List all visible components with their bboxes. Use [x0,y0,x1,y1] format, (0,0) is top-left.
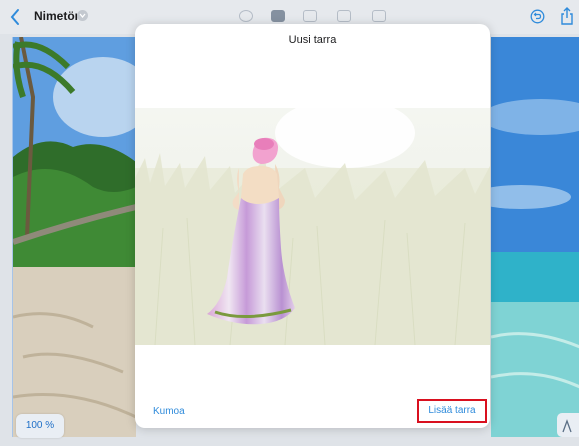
sticker-tool-icon[interactable] [372,10,386,22]
zoom-level-button[interactable]: 100 % [16,414,64,438]
dialog-title: Uusi tarra [288,34,337,46]
back-chevron-icon[interactable] [8,7,24,27]
beach-photo-left [13,37,136,437]
tool-toggle-button[interactable] [557,413,579,437]
share-icon[interactable] [560,7,574,25]
media-tool-icon[interactable] [337,10,351,22]
title-menu-chevron-icon[interactable] [77,10,88,21]
text-tool-icon[interactable] [271,10,285,22]
shapes-tool-icon[interactable] [303,10,317,22]
new-sticker-dialog: Uusi tarra Kumoa Lisää tarra [135,24,490,428]
cancel-button[interactable]: Kumoa [153,406,185,417]
document-title[interactable]: Nimetön [34,9,82,23]
sticker-preview-image [135,108,490,345]
pen-icon [562,419,572,433]
pen-tool-icon[interactable] [239,10,253,22]
add-sticker-button[interactable]: Lisää tarra [417,399,487,423]
beach-photo-right [491,37,579,437]
undo-icon[interactable] [530,9,545,24]
